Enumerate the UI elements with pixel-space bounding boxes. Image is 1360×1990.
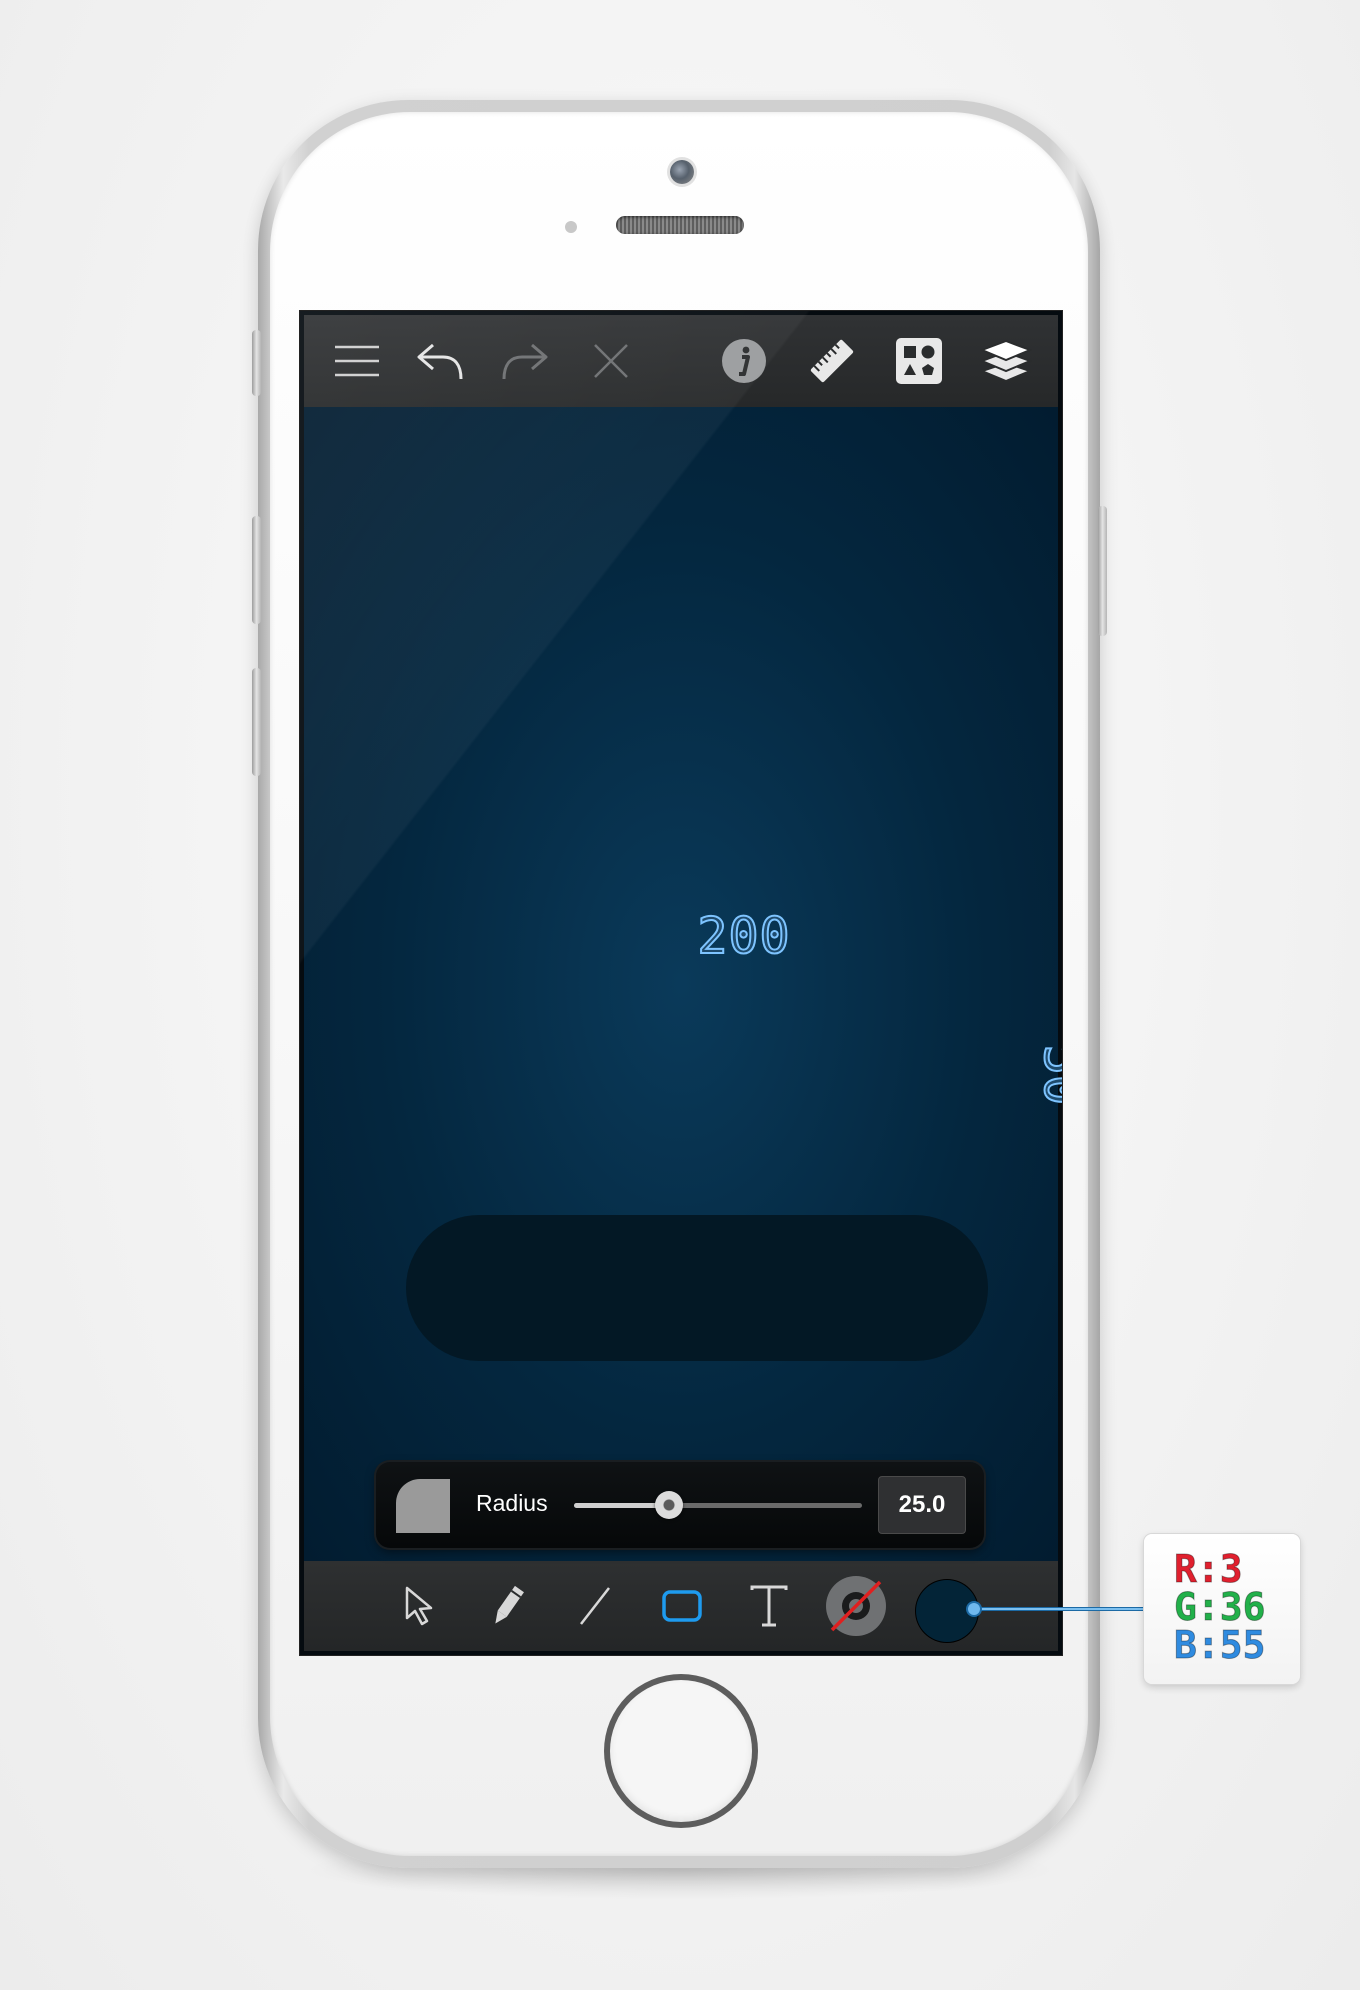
- callout-line: [978, 1607, 1144, 1611]
- app-screen: 200 50: [300, 311, 1062, 1655]
- close-icon[interactable]: [576, 326, 646, 396]
- volume-down-button: [252, 668, 261, 776]
- drawing-canvas[interactable]: 200 50: [304, 407, 1062, 1561]
- pencil-icon[interactable]: [472, 1571, 542, 1641]
- redo-icon[interactable]: [490, 326, 560, 396]
- power-button: [1098, 506, 1107, 636]
- rgb-red-value: R:3: [1174, 1547, 1244, 1591]
- rounded-rectangle-shape[interactable]: [406, 1215, 988, 1361]
- mute-switch: [252, 330, 261, 396]
- radius-slider-thumb[interactable]: [655, 1491, 684, 1519]
- radius-value-field[interactable]: 25.0: [878, 1476, 966, 1534]
- stroke-color-icon[interactable]: [821, 1571, 891, 1641]
- shapes-grid-icon[interactable]: [884, 326, 954, 396]
- info-icon[interactable]: [709, 326, 779, 396]
- menu-icon[interactable]: [322, 326, 392, 396]
- layers-icon[interactable]: [971, 326, 1041, 396]
- radius-panel: Radius 25.0: [376, 1462, 984, 1548]
- callout-dot: [968, 1603, 980, 1615]
- earpiece-speaker: [616, 216, 744, 234]
- undo-icon[interactable]: [405, 326, 475, 396]
- radius-label: Radius: [476, 1490, 548, 1516]
- rgb-readout-card: R:3 G:36 B:55: [1144, 1534, 1300, 1684]
- text-icon[interactable]: [734, 1571, 804, 1641]
- front-camera: [670, 160, 694, 184]
- ruler-icon[interactable]: [797, 326, 867, 396]
- corner-radius-preview-icon: [396, 1479, 450, 1533]
- rgb-green-value: G:36: [1174, 1585, 1267, 1629]
- rectangle-icon[interactable]: [647, 1571, 717, 1641]
- line-icon[interactable]: [560, 1571, 630, 1641]
- select-arrow-icon[interactable]: [384, 1571, 454, 1641]
- volume-up-button: [252, 516, 261, 624]
- proximity-sensor: [565, 221, 577, 233]
- radius-slider[interactable]: [574, 1491, 862, 1519]
- height-dimension-label: 50: [1032, 1044, 1062, 1106]
- top-toolbar: [304, 315, 1058, 407]
- rgb-blue-value: B:55: [1174, 1623, 1267, 1667]
- width-dimension-label: 200: [696, 906, 791, 966]
- home-button[interactable]: [610, 1680, 752, 1822]
